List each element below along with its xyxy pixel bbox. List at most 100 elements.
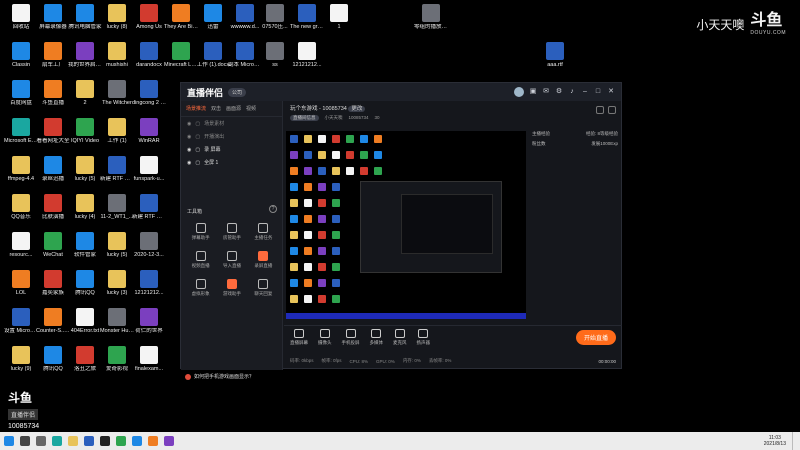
desktop-icon[interactable]: 洛丑之旅: [68, 346, 102, 373]
desktop-icon[interactable]: The new green rev...: [290, 4, 324, 31]
desktop-icon[interactable]: 设置 Microsoft 工作.docx: [4, 308, 38, 335]
desktop-icon[interactable]: 新建 RTF 文档: [100, 156, 134, 183]
lock-icon[interactable]: ▢: [195, 121, 200, 127]
eye-icon[interactable]: ◉: [187, 134, 191, 140]
control-button[interactable]: 直播屏幕: [290, 329, 308, 346]
desktop-icon[interactable]: 工作 (1): [100, 118, 134, 145]
desktop-icon[interactable]: resourc...: [4, 232, 38, 259]
desktop-icon[interactable]: They Are Billions: [164, 4, 198, 31]
desktop-icon[interactable]: 荷仁的世界: [132, 308, 166, 335]
desktop-icon[interactable]: wwwww.d...: [228, 4, 262, 31]
desktop-icon[interactable]: Counter-S... Global Off...: [36, 308, 70, 335]
desktop-icon[interactable]: Microsoft Edge: [4, 118, 38, 145]
desktop-icon[interactable]: lucky (4): [68, 194, 102, 221]
desktop-icon[interactable]: 屏幕录像器: [36, 4, 70, 31]
tab-3[interactable]: 视频: [246, 105, 256, 112]
desktop-icon[interactable]: aaa.rtf: [538, 42, 572, 69]
qq-icon[interactable]: [132, 436, 142, 446]
desktop-icon[interactable]: Monster Hunter...: [100, 308, 134, 335]
mail-icon[interactable]: ✉: [542, 88, 550, 96]
bell-icon[interactable]: ♪: [568, 88, 576, 96]
steam-icon[interactable]: [100, 436, 110, 446]
desktop-icon[interactable]: 11-2_WT1_...: [100, 194, 134, 221]
streaming-window[interactable]: 直播伴侣 公司 ▣ ✉ ⚙ ♪ – □ ✕ 场景推流 双击 画面源 视频 ◉ ▢ 场景素材…: [180, 82, 622, 380]
desktop-icon[interactable]: 2: [68, 80, 102, 107]
tool-button[interactable]: 主播任务: [248, 223, 279, 241]
control-button[interactable]: 摄像头: [318, 329, 332, 346]
control-button[interactable]: 手机投屏: [342, 329, 360, 346]
notice-link[interactable]: 如何把手机游戏画面显示？: [185, 373, 254, 380]
desktop-icon[interactable]: lucky (8): [100, 4, 134, 31]
desktop-icon[interactable]: Among Us: [132, 4, 166, 31]
desktop-icon[interactable]: 嘉奕家族: [36, 270, 70, 297]
desktop-icon[interactable]: 12121212...: [132, 270, 166, 297]
lock-icon[interactable]: ▢: [195, 160, 200, 166]
settings-icon[interactable]: [608, 106, 616, 114]
lock-icon[interactable]: ▢: [195, 147, 200, 153]
lock-icon[interactable]: ▢: [195, 134, 200, 140]
eye-icon[interactable]: ◉: [187, 147, 191, 153]
gift-icon[interactable]: ▣: [529, 88, 537, 96]
tool-button[interactable]: 虚拟形象: [185, 279, 216, 297]
tab-2[interactable]: 画面源: [226, 105, 241, 112]
desktop-icon[interactable]: Classin: [4, 42, 38, 69]
control-button[interactable]: 多媒体: [370, 329, 383, 346]
desktop-icon[interactable]: 爱奇影视: [100, 346, 134, 373]
scene-item[interactable]: ◉ ▢ 录 屏幕: [181, 143, 282, 156]
tool-button[interactable]: 房管助手: [216, 223, 247, 241]
desktop-icon[interactable]: 扇车工厂: [36, 42, 70, 69]
desktop-icon[interactable]: 腾讯QQ: [36, 346, 70, 373]
folder-icon[interactable]: [68, 436, 78, 446]
tool-button[interactable]: 聊天回复: [248, 279, 279, 297]
desktop-icon[interactable]: 录丝迅播: [36, 156, 70, 183]
stream-preview[interactable]: [286, 131, 526, 319]
desktop-icon[interactable]: LOL: [4, 270, 38, 297]
scene-item[interactable]: ◉ ▢ 场景素材: [181, 117, 282, 130]
desktop-icon[interactable]: Minecraft Launcher: [164, 42, 198, 69]
desktop-icon[interactable]: 腾讯电脑管家: [68, 4, 102, 31]
desktop-icon[interactable]: lucky (5): [100, 232, 134, 259]
desktop-icon[interactable]: funspark-u...: [132, 156, 166, 183]
search-icon[interactable]: [20, 436, 30, 446]
desktop-icon[interactable]: 1: [322, 4, 356, 31]
tool-button[interactable]: 游戏助手: [216, 279, 247, 297]
desktop-icon[interactable]: IQIYI Video: [68, 118, 102, 145]
desktop-icon[interactable]: WinRAR: [132, 118, 166, 145]
desktop-icon[interactable]: finalexam...: [132, 346, 166, 373]
desktop-icon[interactable]: 百度网盘: [4, 80, 38, 107]
desktop-icon[interactable]: 回收站: [4, 4, 38, 31]
taskbar-clock[interactable]: 11:03 2021/8/13: [764, 435, 786, 447]
desktop-icon[interactable]: 比肤演播: [36, 194, 70, 221]
douyu-icon[interactable]: [148, 436, 158, 446]
window-titlebar[interactable]: 直播伴侣 公司 ▣ ✉ ⚙ ♪ – □ ✕: [181, 83, 621, 101]
desktop-icon[interactable]: 2020-12-3...: [132, 232, 166, 259]
help-icon[interactable]: ?: [269, 205, 277, 213]
tool-button[interactable]: 弹幕助手: [185, 223, 216, 241]
desktop-icon[interactable]: lucky (9): [4, 346, 38, 373]
desktop-icon[interactable]: 404Error.txt: [68, 308, 102, 335]
desktop-icon[interactable]: mushishi: [100, 42, 134, 69]
maximize-icon[interactable]: □: [594, 88, 602, 96]
avatar[interactable]: [514, 87, 524, 97]
desktop-icon[interactable]: 腾讯QQ: [68, 270, 102, 297]
share-icon[interactable]: [596, 106, 604, 114]
desktop-icon[interactable]: 我的世界启动器: [68, 42, 102, 69]
desktop-icon[interactable]: 副本 Microsoft ...: [228, 42, 262, 69]
desktop-icon[interactable]: 迅雷: [196, 4, 230, 31]
wechat-icon[interactable]: [116, 436, 126, 446]
desktop-icon[interactable]: ss: [258, 42, 292, 69]
desktop-icon[interactable]: 新建 RTF 文档 (2).rtf: [132, 194, 166, 221]
tab-0[interactable]: 场景推流: [186, 105, 206, 112]
desktop-icon[interactable]: lucky (3): [100, 270, 134, 297]
desktop-icon[interactable]: lucky (5): [68, 156, 102, 183]
tab-1[interactable]: 双击: [211, 105, 221, 112]
control-button[interactable]: 扬声器: [417, 329, 430, 346]
eye-icon[interactable]: ◉: [187, 160, 191, 166]
desktop-icon[interactable]: dingcong 2 ooyundocx: [132, 80, 166, 107]
tool-button[interactable]: 录屏直播: [248, 251, 279, 269]
show-desktop-button[interactable]: [792, 432, 796, 450]
desktop-icon[interactable]: 12121212...: [290, 42, 324, 69]
scene-item[interactable]: ◉ ▢ 全屏 1: [181, 156, 282, 169]
task-view-icon[interactable]: [36, 436, 46, 446]
tool-button[interactable]: 视频直播: [185, 251, 216, 269]
